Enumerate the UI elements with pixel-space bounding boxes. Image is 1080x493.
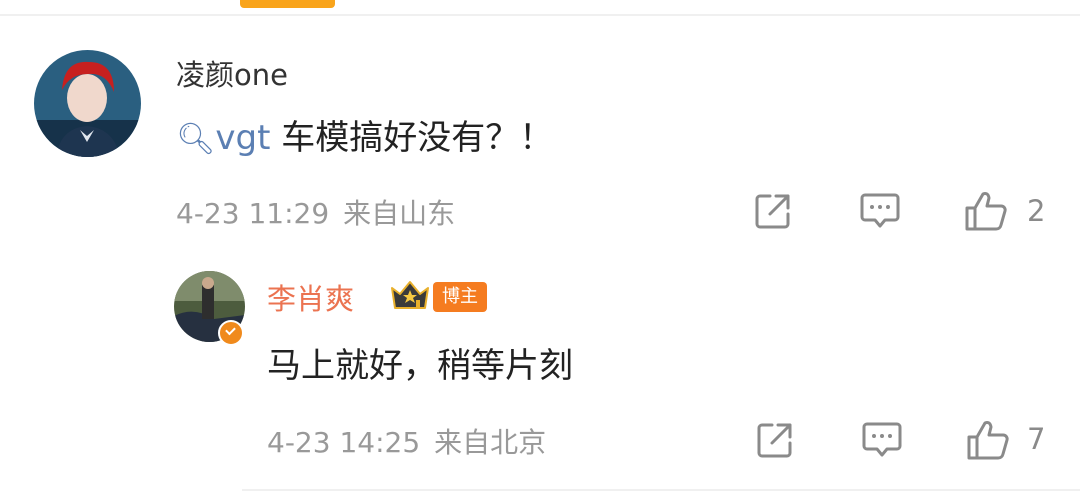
reply-share-icon[interactable] — [756, 421, 794, 459]
comment-location: 来自山东 — [343, 197, 456, 230]
verified-icon — [218, 320, 244, 346]
comment-meta: 4-23 11:29 来自山东 — [176, 192, 455, 232]
share-icon[interactable] — [754, 192, 792, 230]
search-icon: 🔍︎ — [176, 121, 216, 157]
comment-body: 车模搞好没有？！ — [281, 118, 554, 158]
like-icon[interactable] — [964, 190, 1008, 232]
crown-icon — [391, 281, 429, 309]
comment-icon[interactable] — [860, 192, 900, 230]
reply-comment-icon[interactable] — [862, 421, 902, 459]
comment-username[interactable]: 凌颜one — [176, 52, 288, 94]
tab-indicator — [240, 0, 335, 8]
comment-text: 🔍︎vgt 车模搞好没有？！ — [176, 110, 553, 159]
top-divider — [0, 14, 1080, 16]
avatar[interactable] — [34, 50, 141, 157]
reply-text: 马上就好，稍等片刻 — [267, 346, 573, 386]
topic-link[interactable]: vgt — [215, 118, 270, 158]
like-count: 2 — [1027, 194, 1046, 228]
blogger-badge: 博主 — [433, 282, 487, 312]
bottom-divider — [242, 489, 1080, 491]
reply-like-count: 7 — [1027, 422, 1046, 456]
reply-meta: 4-23 14:25 来自北京 — [267, 421, 546, 461]
comment-time: 4-23 11:29 — [176, 197, 330, 230]
reply-username[interactable]: 李肖爽 — [267, 276, 354, 318]
reply-location: 来自北京 — [434, 426, 547, 459]
reply-time: 4-23 14:25 — [267, 426, 421, 459]
reply-like-icon[interactable] — [966, 419, 1010, 461]
